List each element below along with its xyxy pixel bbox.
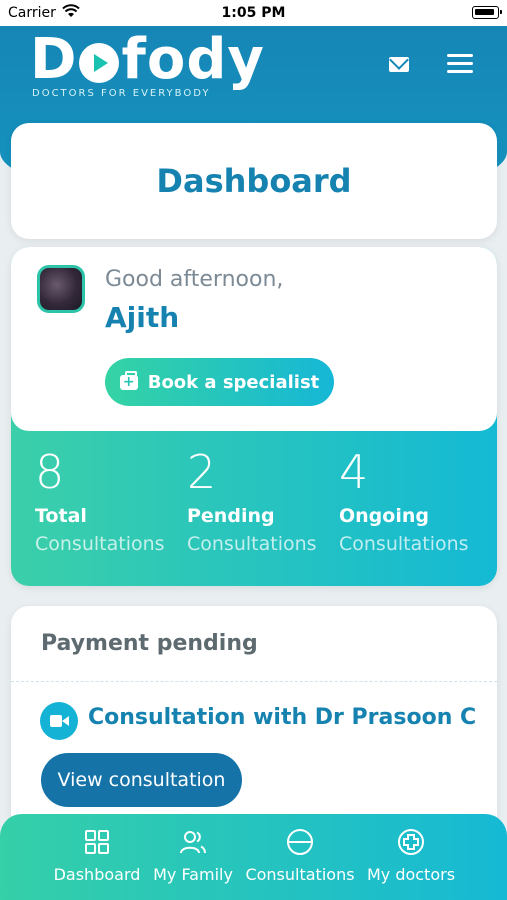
tab-label: Dashboard: [53, 865, 141, 884]
plus-circle-icon: [398, 829, 424, 855]
stat-pending[interactable]: 2 Pending Consultations: [187, 447, 317, 555]
play-logo-icon: [79, 43, 120, 83]
grid-icon: [85, 830, 109, 854]
page-title: Dashboard: [156, 162, 352, 200]
menu-line: [447, 54, 473, 57]
logo-prefix: D: [30, 27, 78, 92]
tab-consultations[interactable]: Consultations: [242, 814, 358, 900]
tab-my-doctors[interactable]: My doctors: [364, 814, 458, 900]
consultation-title[interactable]: Consultation with Dr Prasoon C: [88, 705, 476, 730]
menu-icon[interactable]: [447, 54, 473, 74]
stat-sub: Consultations: [35, 533, 165, 555]
book-specialist-button[interactable]: Book a specialist: [105, 358, 334, 406]
mail-icon[interactable]: [389, 57, 409, 72]
stat-label: Ongoing: [339, 505, 429, 527]
stat-value: 4: [339, 445, 369, 499]
avatar[interactable]: [37, 265, 85, 313]
stat-ongoing[interactable]: 4 Ongoing Consultations: [339, 447, 469, 555]
menu-line: [447, 70, 473, 73]
stat-value: 8: [35, 445, 65, 499]
dashboard-title-card: Dashboard: [11, 123, 497, 239]
payment-heading: Payment pending: [41, 631, 258, 656]
tab-label: My Family: [153, 865, 233, 884]
stat-label: Pending: [187, 505, 275, 527]
stat-value: 2: [187, 445, 217, 499]
payment-pending-card: Payment pending Consultation with Dr Pra…: [11, 606, 497, 836]
stat-label: Total: [35, 505, 87, 527]
greeting-text: Good afternoon,: [105, 267, 284, 292]
users-icon: [180, 831, 206, 854]
tab-dashboard[interactable]: Dashboard: [52, 814, 142, 900]
status-bar: Carrier 1:05 PM: [0, 0, 507, 26]
book-specialist-label: Book a specialist: [147, 371, 320, 393]
bottom-tab-bar: Dashboard My Family Consultations My doc…: [0, 814, 507, 900]
stat-sub: Consultations: [187, 533, 317, 555]
logo-wordmark: D fody: [30, 32, 265, 88]
stat-total[interactable]: 8 Total Consultations: [35, 447, 165, 555]
stat-sub: Consultations: [339, 533, 469, 555]
stats-card: Good afternoon, Ajith Book a specialist …: [11, 247, 497, 586]
dofody-logo[interactable]: D fody DOCTORS FOR EVERYBODY: [30, 32, 265, 100]
status-time: 1:05 PM: [221, 5, 286, 21]
minus-circle-icon: [287, 829, 313, 855]
tab-label: My doctors: [366, 865, 456, 884]
view-consultation-button[interactable]: View consultation: [41, 753, 242, 807]
greeting-panel: Good afternoon, Ajith Book a specialist: [11, 247, 497, 431]
menu-line: [447, 62, 473, 65]
divider: [11, 681, 497, 682]
tab-my-family[interactable]: My Family: [150, 814, 236, 900]
tab-label: Consultations: [245, 865, 355, 884]
battery-icon: [472, 6, 502, 19]
user-name: Ajith: [105, 301, 180, 334]
medkit-icon: [119, 370, 138, 391]
video-call-icon: [40, 702, 78, 740]
logo-suffix: fody: [121, 27, 265, 92]
